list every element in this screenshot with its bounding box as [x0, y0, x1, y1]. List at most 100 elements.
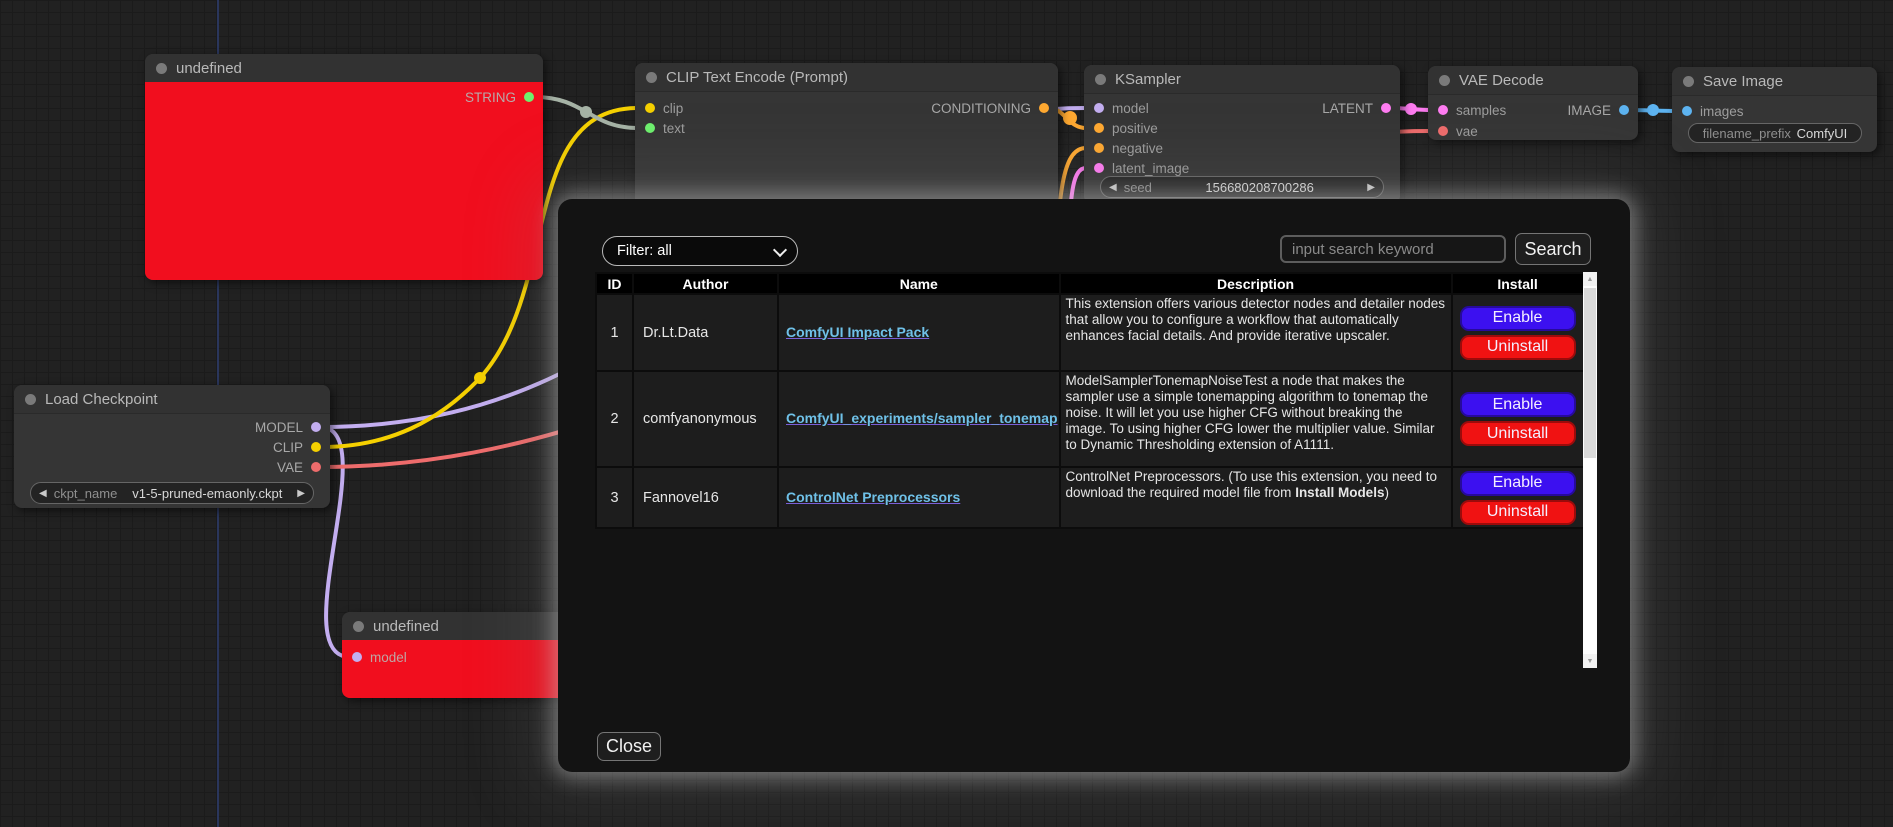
- cell-id: 3: [596, 467, 633, 528]
- node-undefined-top[interactable]: undefined STRING: [145, 54, 543, 280]
- slot-label: model: [1112, 101, 1149, 116]
- positive-input-slot[interactable]: [1094, 123, 1104, 133]
- enable-button[interactable]: Enable: [1460, 392, 1576, 417]
- widget-value[interactable]: 156680208700286: [1152, 180, 1367, 195]
- vae-input-slot[interactable]: [1438, 126, 1448, 136]
- model-output-slot[interactable]: [311, 422, 321, 432]
- table-row: 3 Fannovel16 ControlNet Preprocessors Co…: [596, 467, 1584, 528]
- custom-nodes-manager-dialog: Filter: all Search ID Author Name Descri…: [558, 199, 1630, 772]
- node-title: undefined: [373, 618, 439, 635]
- clip-input-slot[interactable]: [645, 103, 655, 113]
- image-output-slot[interactable]: [1619, 105, 1629, 115]
- cell-id: 2: [596, 371, 633, 467]
- text-input-slot[interactable]: [645, 123, 655, 133]
- wire-dot: [1063, 111, 1077, 125]
- images-input-slot[interactable]: [1682, 106, 1692, 116]
- node-status-icon: [646, 72, 657, 83]
- vae-output-slot[interactable]: [311, 462, 321, 472]
- model-input-slot[interactable]: [352, 652, 362, 662]
- widget-value[interactable]: v1-5-pruned-emaonly.ckpt: [117, 486, 297, 501]
- wire-dot: [1405, 103, 1417, 115]
- prev-arrow-icon[interactable]: ◀: [39, 488, 47, 499]
- cell-author: Dr.Lt.Data: [633, 294, 778, 371]
- uninstall-button[interactable]: Uninstall: [1460, 421, 1576, 446]
- node-load-checkpoint[interactable]: Load Checkpoint MODEL CLIP VAE ◀ ckpt_na…: [14, 385, 330, 508]
- node-error-body: [145, 82, 543, 280]
- output-label: STRING: [465, 90, 516, 105]
- search-input[interactable]: [1280, 235, 1506, 263]
- slot-label: samples: [1456, 103, 1506, 118]
- conditioning-output-slot[interactable]: [1039, 103, 1049, 113]
- output-label: CLIP: [273, 440, 303, 455]
- cell-description: This extension offers various detector n…: [1060, 294, 1452, 371]
- node-undefined-bottom[interactable]: undefined model: [342, 612, 582, 698]
- search-button[interactable]: Search: [1515, 233, 1591, 265]
- string-output-slot[interactable]: [524, 92, 534, 102]
- slot-label: clip: [663, 101, 683, 116]
- clip-output-slot[interactable]: [311, 442, 321, 452]
- widget-label: ckpt_name: [54, 486, 118, 501]
- scroll-down-icon[interactable]: ▼: [1583, 654, 1597, 668]
- close-button[interactable]: Close: [597, 732, 661, 761]
- increment-arrow-icon[interactable]: ▶: [1367, 182, 1375, 193]
- col-header-author: Author: [633, 273, 778, 294]
- col-header-name: Name: [778, 273, 1060, 294]
- cell-description: ModelSamplerTonemapNoiseTest a node that…: [1060, 371, 1452, 467]
- table-row: 2 comfyanonymous ComfyUI_experiments/sam…: [596, 371, 1584, 467]
- slot-label: vae: [1456, 124, 1478, 139]
- latent-output-slot[interactable]: [1381, 103, 1391, 113]
- node-save-image[interactable]: Save Image images filename_prefix ComfyU…: [1672, 67, 1877, 152]
- scrollbar-thumb[interactable]: [1584, 288, 1596, 458]
- col-header-install: Install: [1452, 273, 1584, 294]
- widget-label: filename_prefix: [1703, 126, 1791, 141]
- node-title: CLIP Text Encode (Prompt): [666, 69, 848, 86]
- uninstall-button[interactable]: Uninstall: [1460, 500, 1576, 525]
- extension-link[interactable]: ControlNet Preprocessors: [786, 489, 960, 505]
- slot-label: latent_image: [1112, 161, 1189, 176]
- widget-label: seed: [1124, 180, 1152, 195]
- latent-image-input-slot[interactable]: [1094, 163, 1104, 173]
- node-status-icon: [156, 63, 167, 74]
- output-label: IMAGE: [1567, 103, 1611, 118]
- slot-label: images: [1700, 104, 1744, 119]
- decrement-arrow-icon[interactable]: ◀: [1109, 182, 1117, 193]
- scroll-up-icon[interactable]: ▲: [1583, 272, 1597, 286]
- seed-widget[interactable]: ◀ seed 156680208700286 ▶: [1100, 176, 1384, 198]
- table-header-row: ID Author Name Description Install: [596, 273, 1584, 294]
- node-title: Load Checkpoint: [45, 391, 158, 408]
- cell-id: 1: [596, 294, 633, 371]
- next-arrow-icon[interactable]: ▶: [297, 488, 305, 499]
- table-row: 1 Dr.Lt.Data ComfyUI Impact Pack This ex…: [596, 294, 1584, 371]
- node-title: KSampler: [1115, 71, 1181, 88]
- filter-select[interactable]: Filter: all: [602, 236, 798, 266]
- wire-dot: [580, 106, 592, 118]
- ckpt-name-widget[interactable]: ◀ ckpt_name v1-5-pruned-emaonly.ckpt ▶: [30, 482, 314, 504]
- extensions-table: ID Author Name Description Install 1 Dr.…: [595, 272, 1585, 529]
- node-ksampler[interactable]: KSampler model positive negative latent_…: [1084, 65, 1400, 204]
- uninstall-button[interactable]: Uninstall: [1460, 335, 1576, 360]
- enable-button[interactable]: Enable: [1460, 471, 1576, 496]
- cell-author: comfyanonymous: [633, 371, 778, 467]
- wire-dot: [474, 372, 486, 384]
- node-title: VAE Decode: [1459, 72, 1544, 89]
- slot-label: positive: [1112, 121, 1158, 136]
- node-title: undefined: [176, 60, 242, 77]
- extension-link[interactable]: ComfyUI_experiments/sampler_tonemap: [786, 410, 1058, 426]
- node-clip-text-encode[interactable]: CLIP Text Encode (Prompt) clip text COND…: [635, 63, 1058, 213]
- samples-input-slot[interactable]: [1438, 105, 1448, 115]
- model-input-slot[interactable]: [1094, 103, 1104, 113]
- slot-label: negative: [1112, 141, 1163, 156]
- node-status-icon: [25, 394, 36, 405]
- node-title: Save Image: [1703, 73, 1783, 90]
- negative-input-slot[interactable]: [1094, 143, 1104, 153]
- widget-value[interactable]: ComfyUI: [1797, 126, 1848, 141]
- enable-button[interactable]: Enable: [1460, 306, 1576, 331]
- slot-label: text: [663, 121, 685, 136]
- node-status-icon: [1439, 75, 1450, 86]
- extension-link[interactable]: ComfyUI Impact Pack: [786, 324, 929, 340]
- output-label: VAE: [277, 460, 303, 475]
- table-scrollbar[interactable]: ▲ ▼: [1583, 272, 1597, 668]
- filename-prefix-widget[interactable]: filename_prefix ComfyUI: [1688, 123, 1862, 143]
- filter-select-wrap: Filter: all: [602, 236, 798, 266]
- node-vae-decode[interactable]: VAE Decode samples vae IMAGE: [1428, 66, 1638, 140]
